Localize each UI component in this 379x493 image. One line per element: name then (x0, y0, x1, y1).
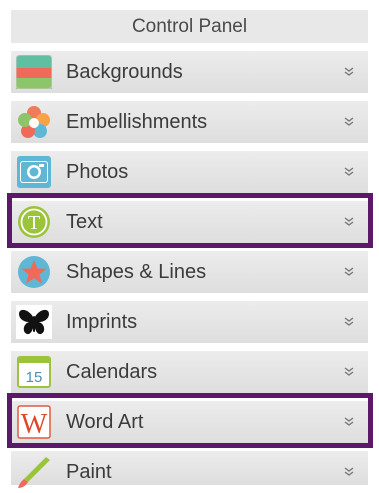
panel-item-label: Backgrounds (66, 61, 183, 83)
panel-item-embellishments[interactable]: Embellishments (11, 101, 368, 143)
backgrounds-icon (16, 55, 52, 89)
panel-item-label: Text (66, 211, 103, 233)
chevron-down-icon[interactable] (341, 351, 357, 393)
panel-item-shapes-lines[interactable]: Shapes & Lines (11, 251, 368, 293)
panel-item-photos[interactable]: Photos (11, 151, 368, 193)
chevron-down-icon[interactable] (341, 101, 357, 143)
word-art-w-icon: W (16, 405, 52, 439)
panel-item-paint[interactable]: Paint (11, 451, 368, 488)
flower-icon (16, 105, 52, 139)
chevron-down-icon[interactable] (341, 51, 357, 93)
panel-item-label: Embellishments (66, 111, 208, 133)
paintbrush-icon (16, 455, 52, 489)
star-icon (16, 255, 52, 289)
panel-item-label: Photos (66, 161, 129, 183)
camera-icon (16, 155, 52, 189)
panel-item-backgrounds[interactable]: Backgrounds (11, 51, 368, 93)
control-panel: Control Panel Backgrounds Embellishments… (0, 0, 379, 488)
chevron-down-icon[interactable] (341, 301, 357, 343)
svg-text:T: T (28, 212, 40, 234)
panel-item-label: Imprints (66, 311, 138, 333)
svg-text:15: 15 (26, 369, 43, 386)
butterfly-icon (16, 305, 52, 339)
chevron-down-icon[interactable] (341, 151, 357, 193)
panel-item-label: Paint (66, 461, 112, 483)
chevron-down-icon[interactable] (341, 251, 357, 293)
panel-item-label: Calendars (66, 361, 158, 383)
calendar-icon: 15 (16, 355, 52, 389)
panel-item-imprints[interactable]: Imprints (11, 301, 368, 343)
panel-item-word-art[interactable]: W Word Art (11, 401, 368, 443)
panel-item-label: Shapes & Lines (66, 261, 207, 283)
panel-title: Control Panel (11, 10, 368, 43)
chevron-down-icon[interactable] (341, 401, 357, 443)
panel-item-text[interactable]: T Text (11, 201, 368, 243)
panel-item-label: Word Art (66, 411, 144, 433)
text-t-icon: T (16, 205, 52, 239)
chevron-down-icon[interactable] (341, 201, 357, 243)
svg-text:W: W (21, 409, 48, 439)
panel-item-calendars[interactable]: 15 Calendars (11, 351, 368, 393)
chevron-down-icon[interactable] (341, 451, 357, 493)
